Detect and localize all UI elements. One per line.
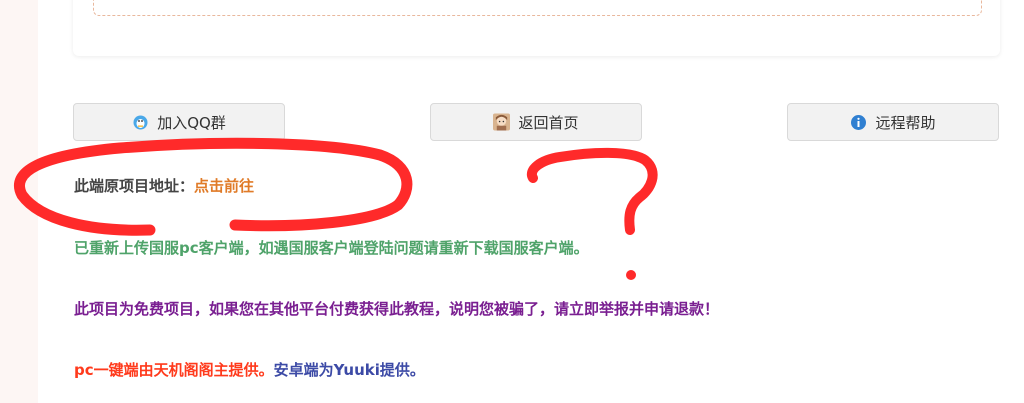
home-label: 返回首页 (518, 113, 579, 132)
credits-line: pc一键端由天机阁阁主提供。安卓端为Yuuki提供。 (74, 359, 425, 380)
remote-help-button[interactable]: 远程帮助 (787, 103, 999, 141)
qq-penguin-icon (132, 114, 149, 131)
project-address-label: 此端原项目地址： (74, 177, 195, 195)
free-warning-notice: 此项目为免费项目，如果您在其他平台付费获得此教程，说明您被骗了，请立即举报并申请… (74, 300, 720, 318)
reupload-notice: 已重新上传国服pc客户端，如遇国服客户端登陆问题请重新下载国服客户端。 (74, 239, 589, 257)
credit-android: 安卓端为Yuuki提供。 (273, 361, 425, 379)
join-qq-button[interactable]: 加入QQ群 (73, 103, 285, 141)
info-icon (850, 114, 867, 131)
content-panel (38, 0, 1024, 403)
remote-help-label: 远程帮助 (875, 113, 936, 132)
avatar-icon (493, 113, 511, 131)
project-address-line: 此端原项目地址：点击前往 (74, 175, 254, 196)
project-link[interactable]: 点击前往 (194, 177, 254, 195)
dashed-upload-area (93, 0, 982, 16)
credit-pc: pc一键端由天机阁阁主提供。 (74, 361, 274, 379)
join-qq-label: 加入QQ群 (157, 113, 226, 132)
home-button[interactable]: 返回首页 (430, 103, 642, 141)
